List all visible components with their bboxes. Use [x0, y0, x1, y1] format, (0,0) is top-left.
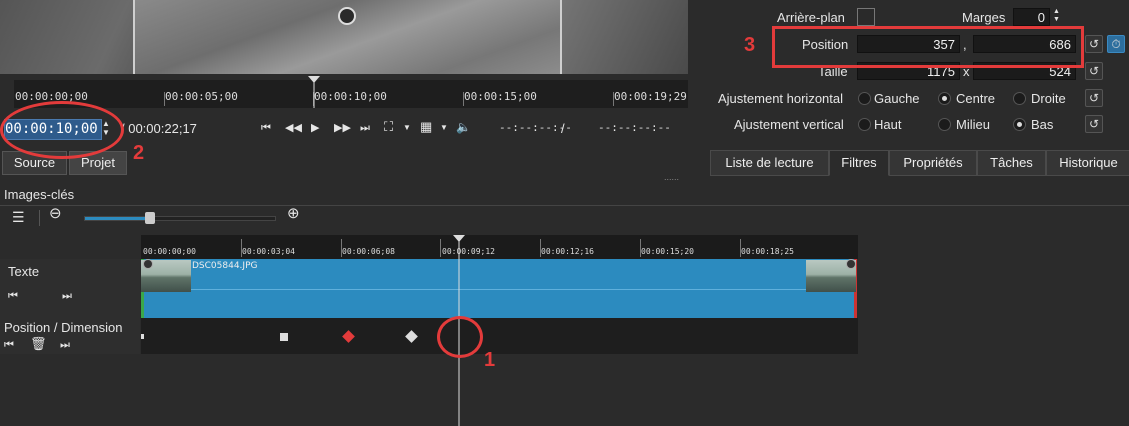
- rewind-icon[interactable]: ◀◀: [285, 121, 302, 135]
- ruler-tick: [440, 239, 441, 257]
- radio-bas-label: Bas: [1031, 117, 1054, 132]
- radio-centre-label: Centre: [956, 91, 996, 106]
- reset-icon[interactable]: ↺: [1085, 35, 1103, 53]
- ruler-tick-label: 00:00:03;04: [242, 247, 295, 256]
- ruler-tick: [740, 239, 741, 257]
- keyframe-lane[interactable]: [141, 318, 858, 354]
- total-duration: / 00:00:22;17: [121, 121, 197, 136]
- annotation-circle-2: [0, 101, 124, 159]
- next-keyframe-icon[interactable]: ⏭: [62, 289, 72, 303]
- zoom-fit-icon[interactable]: ⛶: [384, 120, 393, 134]
- zoom-slider[interactable]: [84, 212, 276, 224]
- ruler-tick: [463, 92, 464, 106]
- radio-haut-label: Haut: [874, 117, 902, 132]
- track-header-position-dimension[interactable]: Position / Dimension ⏮ 🗑 ⏭: [0, 318, 140, 354]
- clip-name: DSC05844.JPG: [192, 261, 258, 271]
- chevron-down-icon[interactable]: ▼: [440, 121, 448, 135]
- play-icon[interactable]: ▶: [311, 121, 319, 135]
- spinner-arrows-icon[interactable]: ▲ ▼: [1053, 8, 1060, 24]
- zoom-slider-fill: [85, 217, 149, 220]
- annotation-number-2: 2: [133, 142, 145, 164]
- keyframe-square[interactable]: [280, 333, 288, 341]
- video-preview[interactable]: [0, 0, 688, 74]
- tab-taches[interactable]: Tâches: [977, 150, 1046, 176]
- trash-icon[interactable]: 🗑: [30, 337, 47, 351]
- divider: [0, 205, 1129, 206]
- position-handle[interactable]: [338, 7, 356, 25]
- timeline-ruler[interactable]: 00:00:00;00 00:00:05;00 00:00:10;00 00:0…: [14, 80, 688, 108]
- ruler-tick-label: 00:00:18;25: [741, 247, 794, 256]
- menu-icon[interactable]: ☰: [12, 210, 25, 224]
- resize-grip[interactable]: ......: [664, 172, 679, 182]
- zoom-slider-handle[interactable]: [145, 212, 155, 224]
- arriere-plan-label: Arrière-plan: [777, 10, 845, 25]
- radio-milieu[interactable]: [938, 118, 951, 131]
- zoom-in-icon[interactable]: ⊕: [287, 206, 300, 221]
- divider: [39, 210, 40, 226]
- radio-droite-label: Droite: [1031, 91, 1066, 106]
- next-keyframe-icon[interactable]: ⏭: [60, 338, 70, 352]
- in-out-separator: /: [561, 121, 565, 136]
- track-header-texte[interactable]: Texte ⏮ ⏭: [0, 259, 140, 318]
- out-point: --:--:--:--: [598, 121, 671, 134]
- reset-icon[interactable]: ↺: [1085, 62, 1103, 80]
- marges-label: Marges: [962, 10, 1006, 25]
- zoom-out-icon[interactable]: ⊖: [49, 206, 62, 221]
- keyframes-ruler[interactable]: 00:00:00;00 00:00:03;04 00:00:06;08 00:0…: [141, 235, 858, 259]
- keyframe-marker[interactable]: [141, 334, 144, 339]
- ruler-tick-label: 00:00:00;00: [143, 247, 196, 256]
- reset-icon[interactable]: ↺: [1085, 115, 1103, 133]
- reset-icon[interactable]: ↺: [1085, 89, 1103, 107]
- ruler-tick: [164, 92, 165, 106]
- chevron-down-icon[interactable]: ▼: [403, 121, 411, 135]
- radio-gauche[interactable]: [858, 92, 871, 105]
- marges-field[interactable]: 0: [1013, 8, 1050, 26]
- radio-bas[interactable]: [1013, 118, 1026, 131]
- radio-gauche-label: Gauche: [874, 91, 920, 106]
- tab-historique[interactable]: Historique: [1046, 150, 1129, 176]
- annotation-circle-1: [437, 316, 483, 358]
- ruler-tick: [640, 239, 641, 257]
- background-color-swatch[interactable]: [857, 8, 875, 26]
- fast-forward-icon[interactable]: ▶▶: [334, 121, 351, 135]
- ajustement-vertical-label: Ajustement vertical: [734, 117, 844, 132]
- fade-out-handle[interactable]: [846, 259, 856, 269]
- radio-droite[interactable]: [1013, 92, 1026, 105]
- radio-centre[interactable]: [938, 92, 951, 105]
- fade-in-handle[interactable]: [143, 259, 153, 269]
- track-name: Position / Dimension: [4, 320, 123, 335]
- track-name: Texte: [8, 264, 40, 279]
- skip-to-end-icon[interactable]: ⏭: [360, 121, 370, 135]
- annotation-number-1: 1: [484, 349, 496, 371]
- previous-keyframe-icon[interactable]: ⏮: [8, 289, 18, 303]
- ruler-tick: [241, 239, 242, 257]
- ruler-tick: [540, 239, 541, 257]
- annotation-box-3: [772, 26, 1084, 68]
- radio-haut[interactable]: [858, 118, 871, 131]
- ruler-tick-label: 00:00:09;12: [442, 247, 495, 256]
- playhead-marker[interactable]: [308, 76, 320, 108]
- grid-icon[interactable]: ▦: [420, 120, 432, 134]
- previous-keyframe-icon[interactable]: ⏮: [4, 338, 14, 352]
- ruler-tick: [341, 239, 342, 257]
- annotation-number-3: 3: [744, 34, 756, 56]
- tab-proprietes[interactable]: Propriétés: [889, 150, 977, 176]
- ruler-tick-label: 00:00:10;00: [314, 90, 387, 103]
- ruler-tick: [613, 92, 614, 106]
- ruler-tick-label: 00:00:19;29: [614, 90, 687, 103]
- keyframes-title: Images-clés: [4, 187, 75, 202]
- keyframe-stopwatch-icon[interactable]: ⏱: [1107, 35, 1125, 53]
- ruler-tick-label: 00:00:15;20: [641, 247, 694, 256]
- ruler-tick-label: 00:00:05;00: [165, 90, 238, 103]
- ruler-tick-label: 00:00:12;16: [541, 247, 594, 256]
- ruler-tick-label: 00:00:06;08: [342, 247, 395, 256]
- ruler-tick-label: 00:00:15;00: [464, 90, 537, 103]
- tab-liste-de-lecture[interactable]: Liste de lecture: [710, 150, 829, 176]
- skip-to-start-icon[interactable]: ⏮: [261, 121, 271, 135]
- volume-icon[interactable]: 🔈: [456, 120, 471, 134]
- ajustement-horizontal-label: Ajustement horizontal: [718, 91, 844, 106]
- clip-midline: [141, 289, 857, 290]
- tab-filtres[interactable]: Filtres: [829, 150, 889, 176]
- radio-milieu-label: Milieu: [956, 117, 990, 132]
